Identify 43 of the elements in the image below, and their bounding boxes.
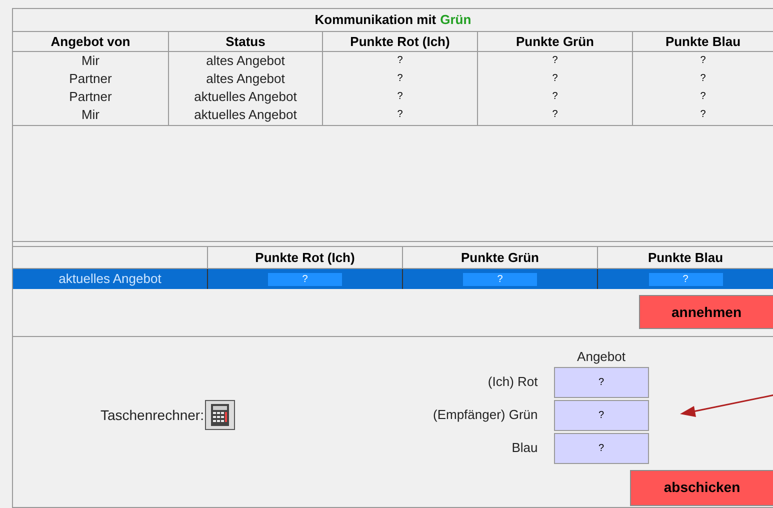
table-cell-text: ?: [699, 90, 707, 104]
input-field[interactable]: ?: [554, 432, 649, 464]
column-header: Punkte Blau: [646, 249, 724, 267]
table-cell-text: ?: [699, 108, 707, 122]
partner-name: Grün: [440, 11, 472, 30]
table-cell-text: aktuelles Angebot: [193, 88, 298, 106]
field-label: (Empfänger) Grün: [433, 406, 538, 424]
table-cell-text: ?: [699, 72, 707, 86]
table-cell-text: ?: [396, 90, 404, 104]
offer-row[interactable]: aktuelles Angebot ? ? ?: [13, 269, 773, 289]
table-cell-text: Mir: [80, 52, 101, 70]
offer-heading: Angebot: [576, 348, 626, 366]
column-header: Punkte Rot (Ich): [323, 32, 478, 51]
input-field[interactable]: ?: [554, 366, 649, 398]
column-header: Punkte Grün: [403, 247, 598, 268]
calculator-icon: [210, 403, 230, 427]
table-cell-text: altes Angebot: [205, 70, 286, 88]
column-header: Punkte Grün: [478, 32, 633, 51]
table-cell-text: altes Angebot: [205, 52, 286, 70]
table-cell-text: ?: [551, 108, 559, 122]
table-title: Kommunikation mit: [314, 11, 436, 30]
table-cell-text: ?: [396, 72, 404, 86]
table-cell-text: ?: [396, 108, 404, 122]
field-label: Blau: [512, 438, 538, 456]
input-field[interactable]: ?: [554, 400, 649, 430]
table-cell-text: Partner: [68, 70, 113, 88]
calculator-button[interactable]: [205, 400, 235, 430]
field-label: (Ich) Rot: [488, 372, 538, 391]
accept-button[interactable]: annehmen: [639, 295, 773, 329]
table-cell-text: ?: [396, 54, 404, 68]
column-header: Punkte Rot (Ich): [208, 247, 403, 268]
column-header: Status: [169, 32, 323, 51]
table-cell-text: ?: [551, 72, 559, 86]
table-cell-text: Mir: [80, 106, 101, 124]
table-cell-text: Partner: [68, 88, 113, 106]
send-button[interactable]: abschicken: [630, 470, 773, 506]
table-cell-text: ?: [551, 90, 559, 104]
calculator-label: Taschenrechner:: [100, 406, 204, 424]
column-header: Punkte Blau: [664, 33, 742, 51]
table-cell-text: ?: [699, 54, 707, 68]
table-cell-text: ?: [551, 54, 559, 68]
column-header: Angebot von: [13, 32, 169, 51]
table-cell-text: aktuelles Angebot: [193, 106, 298, 124]
